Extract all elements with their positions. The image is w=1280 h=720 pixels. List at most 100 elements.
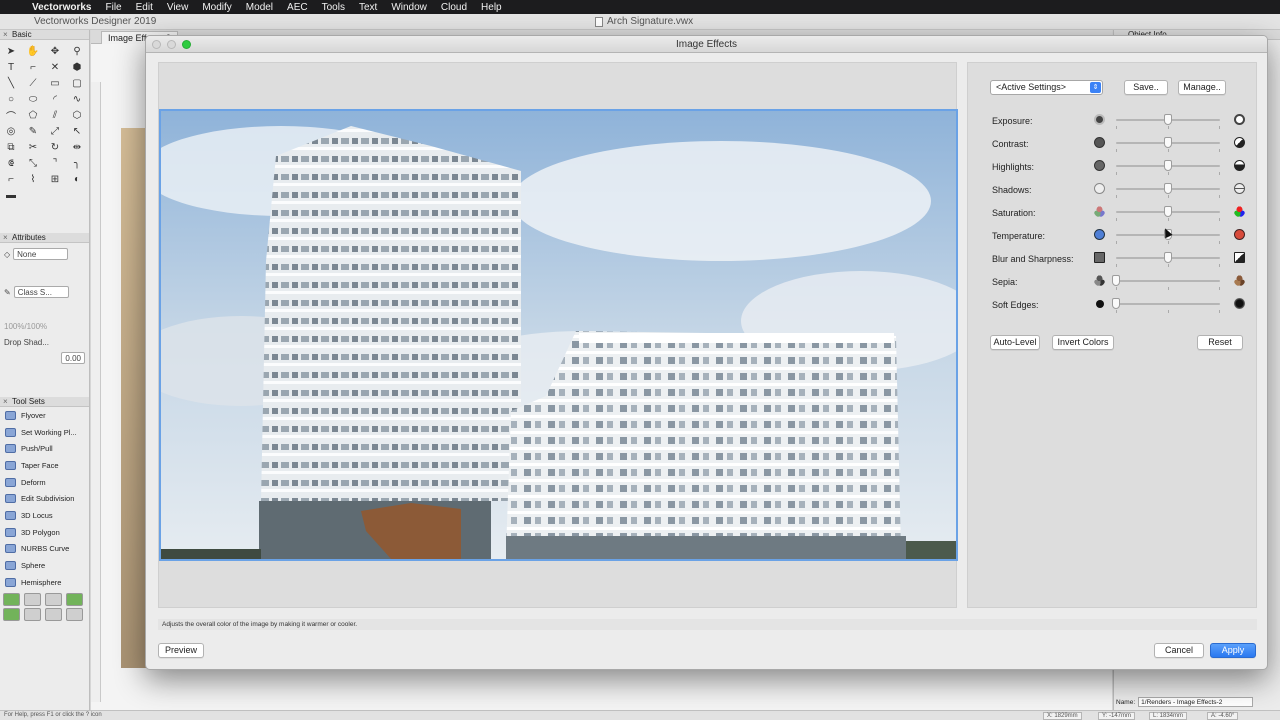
offset-tool-icon[interactable]: ⟃ [2,156,20,171]
menu-aec[interactable]: AEC [287,2,308,13]
locus-tool-icon[interactable]: ✕ [46,60,64,75]
highlights-thumb[interactable] [1164,160,1172,171]
text-tool-icon[interactable]: T [2,60,20,75]
symbol-tool-icon[interactable]: ⬢ [68,60,86,75]
menu-cloud[interactable]: Cloud [441,2,467,13]
pan-tool-icon[interactable]: ✋ [24,44,42,59]
menu-window[interactable]: Window [391,2,427,13]
line-thickness-field[interactable]: 0.00 [61,352,85,364]
blur-sharpness-thumb[interactable] [1164,252,1172,263]
minimize-window-icon[interactable] [167,40,176,49]
line-tool-icon[interactable]: ╲ [2,76,20,91]
polyline-tool-icon[interactable]: ⌒ [2,108,20,123]
toolset-item[interactable]: Flyover [0,407,89,424]
selection-tool-icon[interactable]: ➤ [2,44,20,59]
length-field[interactable]: L: 1834mm [1149,712,1188,720]
clip-tool-icon[interactable]: ⧉ [2,140,20,155]
menu-text[interactable]: Text [359,2,377,13]
toolset-item[interactable]: 3D Locus [0,507,89,524]
auto-level-button[interactable]: Auto-Level [990,335,1040,350]
rectangle-tool-icon[interactable]: ▭ [46,76,64,91]
rotate-tool-icon[interactable]: ↻ [46,140,64,155]
chamfer-tool-icon[interactable]: ⌐ [2,172,20,187]
toolset-item[interactable]: Hemisphere [0,574,89,591]
menu-file[interactable]: File [105,2,121,13]
exposure-thumb[interactable] [1164,114,1172,125]
toolset-landscape-icon[interactable] [66,592,83,606]
cancel-button[interactable]: Cancel [1154,643,1204,658]
sepia-thumb[interactable] [1112,275,1120,286]
menu-tools[interactable]: Tools [322,2,345,13]
toolset-item[interactable]: Deform [0,474,89,491]
toolset-building-icon[interactable] [24,592,41,606]
menu-modify[interactable]: Modify [202,2,231,13]
toolset-item[interactable]: Taper Face [0,457,89,474]
callout-tool-icon[interactable]: ⌐ [24,60,42,75]
sepia-track[interactable] [1116,280,1220,282]
settings-popup[interactable]: <Active Settings> ⇕ [990,80,1103,95]
bezier-tool-icon[interactable]: ⌇ [24,172,42,187]
save-button[interactable]: Save.. [1124,80,1168,95]
zoom-tool-icon[interactable]: ⚲ [68,44,86,59]
soft-edges-track[interactable] [1116,303,1220,305]
toolset-item[interactable]: NURBS Curve [0,541,89,558]
arc-tool-icon[interactable]: ◜ [46,92,64,107]
rounded-rect-tool-icon[interactable]: ▢ [68,76,86,91]
contrast-thumb[interactable] [1164,137,1172,148]
menu-app[interactable]: Vectorworks [32,2,91,13]
menu-help[interactable]: Help [481,2,502,13]
toolset-detail-icon[interactable] [45,607,62,621]
manage-button[interactable]: Manage.. [1178,80,1226,95]
toolset-site-icon[interactable] [24,607,41,621]
drop-shadow-label[interactable]: Drop Shad... [4,338,49,347]
close-window-icon[interactable] [152,40,161,49]
cubic-tool-icon[interactable]: ⊞ [46,172,64,187]
eraser-tool-icon[interactable]: ▬ [2,188,20,203]
saturation-thumb[interactable] [1164,206,1172,217]
reset-button[interactable]: Reset [1197,335,1243,350]
toolset-furniture-icon[interactable] [45,592,62,606]
menu-model[interactable]: Model [246,2,273,13]
reshape-tool-icon[interactable]: ↖ [68,124,86,139]
toolset-item[interactable]: Set Working Pl... [0,424,89,441]
angle-field[interactable]: A: -4.60° [1207,712,1239,720]
freehand-tool-icon[interactable]: ∿ [68,92,86,107]
menu-view[interactable]: View [167,2,189,13]
attribute-mapping-tool-icon[interactable]: ⤢ [46,124,64,139]
mirror-tool-icon[interactable]: ⇹ [68,140,86,155]
toolset-3d-icon[interactable] [3,592,20,606]
flyover-tool-icon[interactable]: ✥ [46,44,64,59]
split-tool-icon[interactable]: ✂ [24,140,42,155]
toolset-item[interactable]: Push/Pull [0,440,89,457]
circle-tool-icon[interactable]: ○ [2,92,20,107]
toolset-item[interactable]: Edit Subdivision [0,490,89,507]
opacity-value[interactable]: 100%/100% [4,322,47,331]
polygon-tool-icon[interactable]: ⬠ [24,108,42,123]
double-line-tool-icon[interactable]: ⫽ [46,108,64,123]
connect-tool-icon[interactable]: ⤡ [24,156,42,171]
dimension-tool-icon[interactable]: ⟋ [24,76,42,91]
x-coordinate[interactable]: X: 1829mm [1043,712,1082,720]
toolset-item[interactable]: 3D Polygon [0,524,89,541]
eyedropper-tool-icon[interactable]: ✎ [24,124,42,139]
toolset-item[interactable]: Sphere [0,557,89,574]
pen-style-select[interactable]: Class S... [13,286,69,298]
zoom-window-icon[interactable] [182,40,191,49]
preview-button[interactable]: Preview [158,643,204,658]
shadows-thumb[interactable] [1164,183,1172,194]
trim-tool-icon[interactable]: ⌝ [46,156,64,171]
spiral-tool-icon[interactable]: ◎ [2,124,20,139]
fillet-tool-icon[interactable]: ╮ [68,156,86,171]
apply-button[interactable]: Apply [1210,643,1256,658]
toolset-lights-icon[interactable] [3,607,20,621]
invert-colors-button[interactable]: Invert Colors [1052,335,1114,350]
y-coordinate[interactable]: Y: -147mm [1098,712,1136,720]
fill-style-select[interactable]: None [13,248,69,260]
oval-tool-icon[interactable]: ⬭ [24,92,42,107]
soft-edges-thumb[interactable] [1112,298,1120,309]
toolset-dims-icon[interactable] [66,607,83,621]
object-name-field[interactable]: 1/Renders - Image Effects-2 [1138,697,1254,707]
visibility-tool-icon[interactable]: ◐ [68,172,86,187]
regular-polygon-tool-icon[interactable]: ⬡ [68,108,86,123]
menu-edit[interactable]: Edit [136,2,153,13]
